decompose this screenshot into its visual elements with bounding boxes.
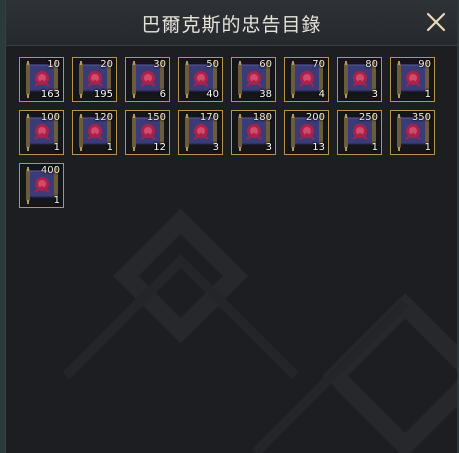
item-count: 1	[371, 142, 378, 153]
item-slot[interactable]: 180 3	[231, 110, 276, 155]
item-level: 80	[365, 59, 378, 70]
item-count: 12	[153, 142, 166, 153]
item-slot[interactable]: 20 195	[72, 57, 117, 102]
item-slot[interactable]: 10 163	[19, 57, 64, 102]
item-slot[interactable]: 50 40	[178, 57, 223, 102]
item-level: 90	[418, 59, 431, 70]
item-level: 50	[206, 59, 219, 70]
item-slot[interactable]: 80 3	[337, 57, 382, 102]
item-level: 200	[305, 112, 325, 123]
item-count: 40	[206, 89, 219, 100]
item-level: 350	[411, 112, 431, 123]
window-title: 巴爾克斯的忠告目錄	[141, 14, 322, 36]
item-slot[interactable]: 90 1	[390, 57, 435, 102]
item-count: 4	[318, 89, 325, 100]
item-level: 150	[146, 112, 166, 123]
item-count: 38	[259, 89, 272, 100]
item-count: 6	[159, 89, 166, 100]
item-count: 3	[371, 89, 378, 100]
item-count: 1	[424, 89, 431, 100]
item-level: 10	[47, 59, 60, 70]
item-level: 120	[93, 112, 113, 123]
item-slot[interactable]: 120 1	[72, 110, 117, 155]
item-count: 13	[312, 142, 325, 153]
item-count: 1	[106, 142, 113, 153]
catalog-window: 巴爾克斯的忠告目錄 10 163 20 195 30 6 50 40 60 38…	[5, 0, 457, 453]
item-slot[interactable]: 70 4	[284, 57, 329, 102]
item-count: 163	[40, 89, 60, 100]
item-slot[interactable]: 350 1	[390, 110, 435, 155]
item-count: 195	[93, 89, 113, 100]
item-slot[interactable]: 30 6	[125, 57, 170, 102]
item-slot[interactable]: 250 1	[337, 110, 382, 155]
item-grid: 10 163 20 195 30 6 50 40 60 38 70 4 80 3…	[19, 57, 449, 208]
item-count: 3	[212, 142, 219, 153]
item-level: 70	[312, 59, 325, 70]
item-slot[interactable]: 200 13	[284, 110, 329, 155]
item-level: 20	[100, 59, 113, 70]
item-level: 60	[259, 59, 272, 70]
item-level: 180	[252, 112, 272, 123]
item-count: 1	[53, 142, 60, 153]
item-slot[interactable]: 60 38	[231, 57, 276, 102]
close-icon[interactable]	[423, 9, 449, 35]
item-slot[interactable]: 150 12	[125, 110, 170, 155]
item-level: 30	[153, 59, 166, 70]
item-count: 3	[265, 142, 272, 153]
item-level: 100	[40, 112, 60, 123]
item-count: 1	[53, 195, 60, 206]
title-bar: 巴爾克斯的忠告目錄	[6, 0, 457, 46]
item-count: 1	[424, 142, 431, 153]
item-slot[interactable]: 400 1	[19, 163, 64, 208]
item-level: 400	[40, 165, 60, 176]
item-slot[interactable]: 170 3	[178, 110, 223, 155]
item-level: 170	[199, 112, 219, 123]
item-slot[interactable]: 100 1	[19, 110, 64, 155]
item-level: 250	[358, 112, 378, 123]
